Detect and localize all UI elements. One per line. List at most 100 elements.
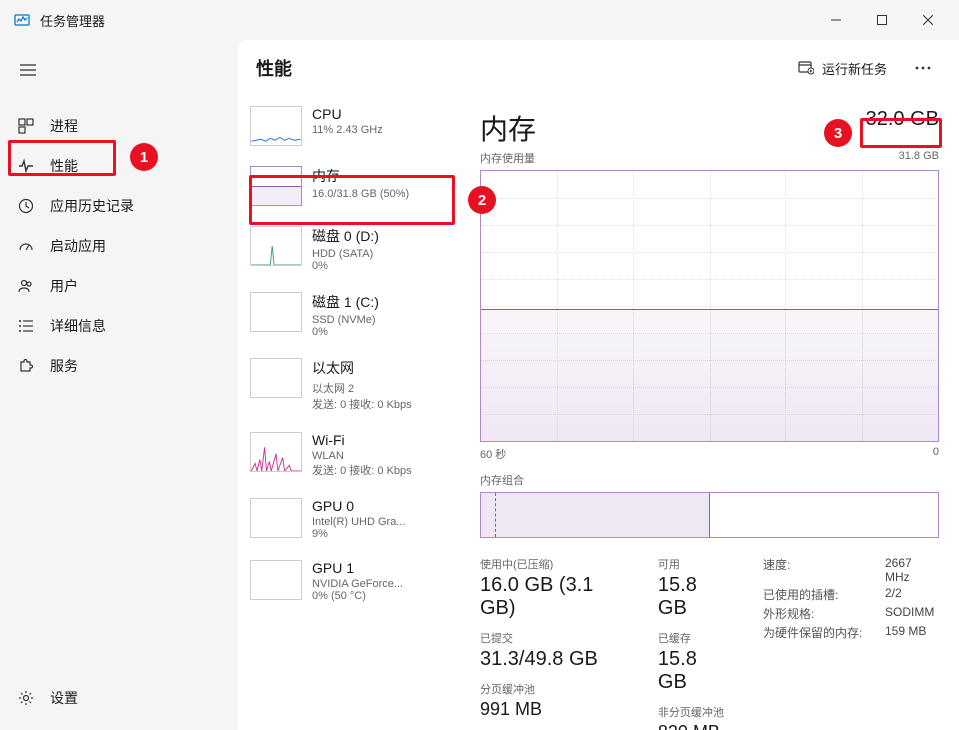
- disk-thumb: [250, 226, 302, 266]
- perf-sub: 以太网 2: [312, 380, 450, 396]
- perf-sub2: 发送: 0 接收: 0 Kbps: [312, 396, 450, 412]
- memory-total: 32.0 GB: [866, 108, 939, 131]
- content-panel: 性能 运行新任务 CPU 11% 2.43 GHz: [238, 40, 959, 730]
- section-title: 性能: [256, 55, 292, 81]
- perf-sub: Intel(R) UHD Gra...: [312, 516, 450, 528]
- perf-item-memory[interactable]: 内存 16.0/31.8 GB (50%): [238, 156, 460, 216]
- memory-thumb: [250, 166, 302, 206]
- spec-value: 2667 MHz: [885, 556, 939, 584]
- performance-list: CPU 11% 2.43 GHz 内存 16.0/31.8 GB (50%) 磁…: [238, 96, 460, 730]
- memory-detail-panel: 内存 32.0 GB 内存使用量 31.8 GB: [460, 96, 959, 730]
- pulse-icon: [16, 156, 36, 176]
- perf-name: 以太网: [312, 358, 450, 378]
- spec-value: SODIMM: [885, 605, 934, 622]
- perf-item-disk0[interactable]: 磁盘 0 (D:) HDD (SATA) 0%: [238, 216, 460, 282]
- run-task-button[interactable]: 运行新任务: [788, 53, 897, 84]
- spec-value: 2/2: [885, 586, 902, 603]
- stat-label: 非分页缓冲池: [658, 704, 731, 720]
- memory-composition-chart[interactable]: [480, 492, 939, 538]
- content-header: 性能 运行新任务: [238, 40, 959, 96]
- stat-label: 可用: [658, 556, 731, 572]
- titlebar: 任务管理器: [0, 0, 959, 40]
- perf-name: 内存: [312, 166, 450, 186]
- stat-label: 分页缓冲池: [480, 681, 634, 697]
- perf-item-cpu[interactable]: CPU 11% 2.43 GHz: [238, 96, 460, 156]
- composition-label: 内存组合: [480, 472, 939, 488]
- stat-label: 使用中(已压缩): [480, 556, 634, 572]
- grid-icon: [16, 116, 36, 136]
- perf-sub: WLAN: [312, 450, 450, 462]
- stat-value: 31.3/49.8 GB: [480, 648, 634, 671]
- memory-usage-chart[interactable]: [480, 170, 939, 442]
- history-icon: [16, 196, 36, 216]
- disk-thumb: [250, 292, 302, 332]
- more-button[interactable]: [905, 50, 941, 86]
- nav-startup[interactable]: 启动应用: [0, 226, 238, 266]
- perf-sub2: 0% (50 °C): [312, 590, 450, 602]
- nav-processes[interactable]: 进程: [0, 106, 238, 146]
- perf-sub2: 9%: [312, 528, 450, 540]
- stat-label: 已提交: [480, 630, 634, 646]
- nav-performance[interactable]: 性能: [0, 146, 238, 186]
- stat-value: 15.8 GB: [658, 648, 731, 694]
- stat-value: 16.0 GB (3.1 GB): [480, 574, 634, 620]
- run-task-icon: [798, 59, 814, 78]
- run-task-label: 运行新任务: [822, 59, 887, 78]
- nav-users[interactable]: 用户: [0, 266, 238, 306]
- time-axis-right: 0: [933, 446, 939, 462]
- users-icon: [16, 276, 36, 296]
- nav-label: 性能: [50, 156, 78, 176]
- spec-label: 速度:: [763, 556, 873, 584]
- perf-name: 磁盘 1 (C:): [312, 292, 450, 312]
- nav-label: 详细信息: [50, 316, 106, 336]
- stat-label: 已缓存: [658, 630, 731, 646]
- time-axis-left: 60 秒: [480, 446, 506, 462]
- perf-item-ethernet[interactable]: 以太网 以太网 2 发送: 0 接收: 0 Kbps: [238, 348, 460, 422]
- nav-settings[interactable]: 设置: [0, 678, 238, 718]
- usage-label: 内存使用量: [480, 150, 535, 166]
- nav-details[interactable]: 详细信息: [0, 306, 238, 346]
- list-icon: [16, 316, 36, 336]
- perf-item-gpu1[interactable]: GPU 1 NVIDIA GeForce... 0% (50 °C): [238, 550, 460, 612]
- app-icon: [12, 10, 32, 30]
- nav-label: 进程: [50, 116, 78, 136]
- perf-sub: HDD (SATA): [312, 248, 450, 260]
- spec-label: 外形规格:: [763, 605, 873, 622]
- memory-stats: 使用中(已压缩) 16.0 GB (3.1 GB) 已提交 31.3/49.8 …: [480, 556, 939, 730]
- perf-name: GPU 1: [312, 560, 450, 576]
- window-title: 任务管理器: [40, 11, 105, 30]
- maximize-button[interactable]: [859, 4, 905, 36]
- stat-value: 820 MB: [658, 722, 731, 730]
- net-thumb: [250, 358, 302, 398]
- nav-label: 启动应用: [50, 236, 106, 256]
- cpu-thumb: [250, 106, 302, 146]
- nav-app-history[interactable]: 应用历史记录: [0, 186, 238, 226]
- gpu-thumb: [250, 498, 302, 538]
- gauge-icon: [16, 236, 36, 256]
- wifi-thumb: [250, 432, 302, 472]
- nav-label: 服务: [50, 356, 78, 376]
- stat-value: 991 MB: [480, 699, 634, 720]
- puzzle-icon: [16, 356, 36, 376]
- hamburger-button[interactable]: [8, 52, 48, 88]
- perf-sub2: 0%: [312, 326, 450, 338]
- usable-total: 31.8 GB: [899, 150, 939, 166]
- gear-icon: [16, 688, 36, 708]
- perf-name: Wi-Fi: [312, 432, 450, 448]
- settings-label: 设置: [50, 688, 78, 708]
- nav-label: 用户: [50, 276, 78, 296]
- perf-name: GPU 0: [312, 498, 450, 514]
- minimize-button[interactable]: [813, 4, 859, 36]
- perf-item-disk1[interactable]: 磁盘 1 (C:) SSD (NVMe) 0%: [238, 282, 460, 348]
- close-button[interactable]: [905, 4, 951, 36]
- perf-name: CPU: [312, 106, 450, 122]
- spec-label: 已使用的插槽:: [763, 586, 873, 603]
- stat-value: 15.8 GB: [658, 574, 731, 620]
- nav-services[interactable]: 服务: [0, 346, 238, 386]
- perf-sub: 16.0/31.8 GB (50%): [312, 188, 450, 200]
- nav-label: 应用历史记录: [50, 196, 134, 216]
- perf-item-gpu0[interactable]: GPU 0 Intel(R) UHD Gra... 9%: [238, 488, 460, 550]
- perf-item-wifi[interactable]: Wi-Fi WLAN 发送: 0 接收: 0 Kbps: [238, 422, 460, 488]
- sidebar: 进程 性能 应用历史记录 启动应用 用户 详细信息: [0, 40, 238, 730]
- perf-sub: 11% 2.43 GHz: [312, 124, 450, 136]
